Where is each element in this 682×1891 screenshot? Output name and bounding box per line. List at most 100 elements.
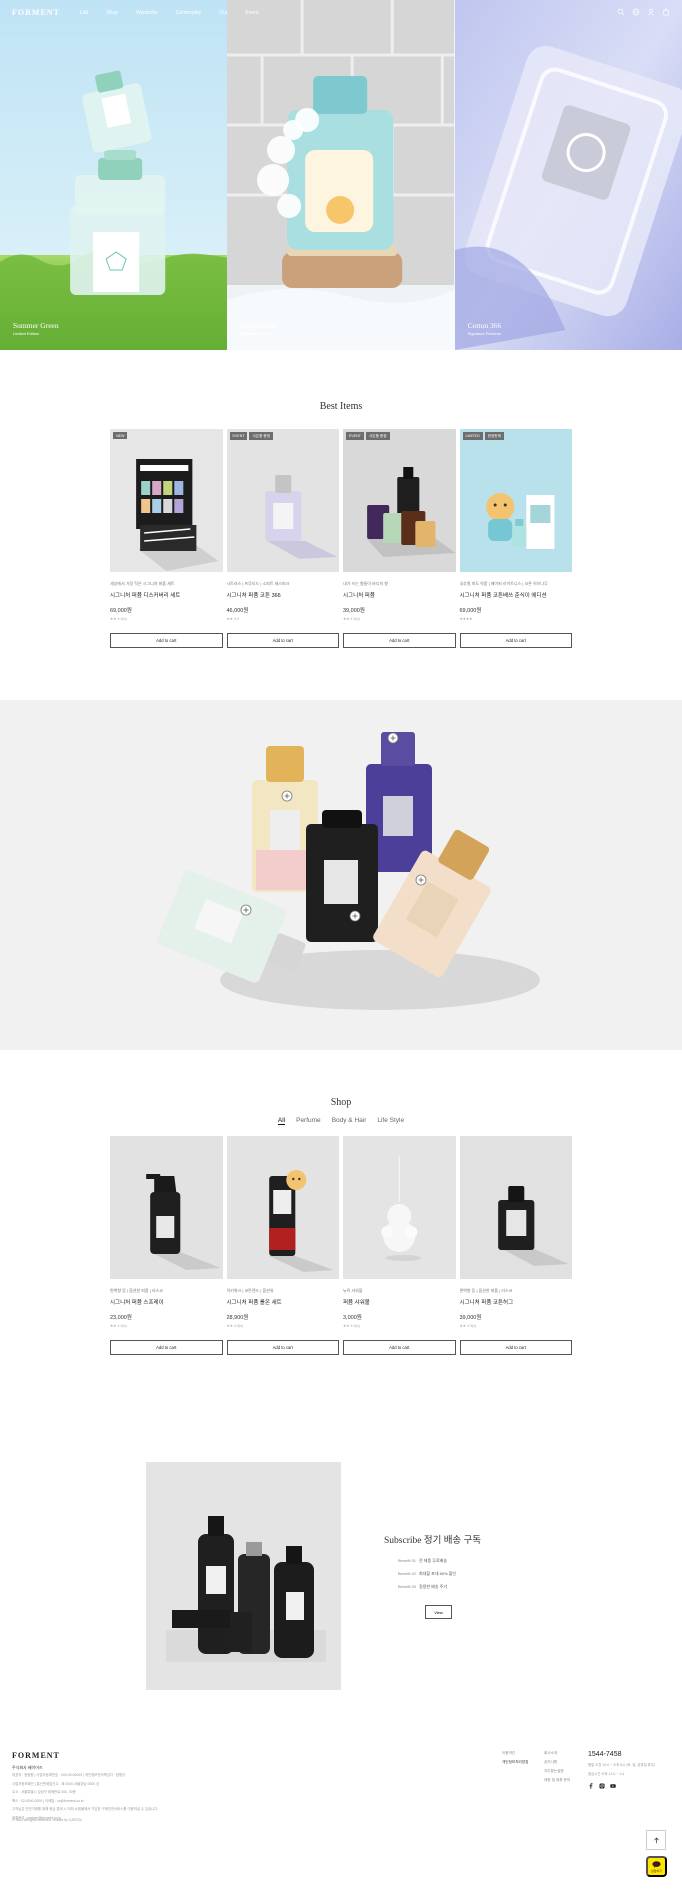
footer-cs-hours: 평일 오전 10시 ~ 오후 5시 (토, 일, 공휴일 휴무) 점심시간 오후… xyxy=(588,1762,655,1779)
benefit-text: 최대할 포대 60% 할인 xyxy=(419,1571,457,1576)
globe-icon[interactable] xyxy=(632,8,640,16)
product-desc: 시트러스 | 프루티드 | 소피트 재스퍼크 xyxy=(226,581,290,586)
tab-body-hair[interactable]: Body & Hair xyxy=(332,1117,367,1125)
product-card[interactable]: EVENT 사은품 증정 내가 쓰는 향들이 바디의 향 시그니처 퍼퓸 39,… xyxy=(343,429,456,621)
add-to-cart-button[interactable]: Add to cart xyxy=(343,633,456,648)
benefit-text: 정용한 배송 주기 xyxy=(419,1584,447,1589)
hero-image-cotton-366 xyxy=(454,0,682,350)
cotton-hug-image xyxy=(459,1136,572,1279)
footer-company: 주식회사 베이어즈 xyxy=(12,1765,43,1770)
hero-panel-cotton-366[interactable]: Cotton 366 Signature Perfume xyxy=(454,0,682,350)
product-image[interactable] xyxy=(343,1136,456,1279)
product-desc: 편백향 등 | 옵션한 퍼퓸 | 라스코 xyxy=(459,1288,513,1293)
shop-tabs: All Perfume Body & Hair Life Style xyxy=(0,1117,682,1125)
main-nav: Lab Shop Wardrobe Community Our Event xyxy=(80,10,276,16)
product-card[interactable]: EVENT 사은품 증정 시트러스 | 프루티드 | 소피트 재스퍼크 시그니처… xyxy=(226,429,340,621)
kakao-chat-label: 상담하기 xyxy=(650,1868,663,1873)
instagram-icon[interactable] xyxy=(599,1783,605,1789)
product-desc: 내추럴 파도 약품 | 페이퍼 라이트니스 | 코튼 허브나무 xyxy=(459,581,548,586)
badge-limited-sale: 한정판매 xyxy=(484,432,504,440)
badge-event: EVENT xyxy=(229,432,248,440)
add-to-cart-button[interactable]: Add to cart xyxy=(459,1340,572,1355)
benefit-item: Benefit 01 전 제품 무료배송 xyxy=(398,1558,478,1564)
product-image[interactable]: EVENT 사은품 증정 xyxy=(226,429,339,572)
tab-all[interactable]: All xyxy=(277,1117,286,1125)
product-price: 39,000원 xyxy=(343,608,365,614)
add-to-cart-button[interactable]: Add to cart xyxy=(459,633,572,648)
product-name[interactable]: 시그니처 퍼퓸 디스커버리 세트 xyxy=(110,591,223,599)
nav-lab[interactable]: Lab xyxy=(80,10,88,16)
product-rating: ★★ 4.9 xyxy=(226,617,239,621)
facebook-icon[interactable] xyxy=(588,1783,594,1789)
cotton-366-image xyxy=(226,429,339,572)
product-card[interactable]: 편백향 등 | 옵션한 퍼퓸 | 라스코 시그니처 퍼퓸 스프레이 23,000… xyxy=(110,1136,223,1328)
footer-link-terms[interactable]: 이용약관 xyxy=(502,1751,528,1756)
product-image[interactable] xyxy=(110,1136,223,1279)
footer-logo[interactable]: FORMENT xyxy=(12,1751,60,1760)
product-name[interactable]: 시그니처 퍼퓸 롤온 세트 xyxy=(227,1298,340,1306)
product-image[interactable] xyxy=(459,1136,572,1279)
product-card[interactable]: 편백향 등 | 옵션한 퍼퓸 | 라스코 시그니처 퍼퓸 코튼허그 39,000… xyxy=(459,1136,573,1328)
hero-subtitle-3: Signature Perfume xyxy=(467,331,502,336)
product-desc: 내가 쓰는 향들이 바디의 향 xyxy=(343,581,388,586)
nav-our[interactable]: Our xyxy=(219,10,227,16)
subscribe-view-button[interactable]: View xyxy=(425,1605,452,1619)
nav-event[interactable]: Event xyxy=(245,10,258,16)
add-to-cart-button[interactable]: Add to cart xyxy=(110,1340,223,1355)
product-name[interactable]: 시그니처 퍼퓸 xyxy=(343,591,456,599)
footer-link-about[interactable]: 회사소개 xyxy=(544,1751,570,1756)
hero-panel-summer-green[interactable]: Summer Green Limited Edition xyxy=(0,0,228,350)
youtube-icon[interactable] xyxy=(610,1783,616,1789)
footer-link-partnership[interactable]: 대량 및 제휴 문의 xyxy=(544,1778,570,1783)
footer-link-notice[interactable]: 공지사항 xyxy=(544,1760,570,1765)
product-name[interactable]: 시그니처 퍼퓸 코튼배쓰 춘식이 에디션 xyxy=(460,591,573,599)
user-icon[interactable] xyxy=(647,8,655,16)
add-to-cart-button[interactable]: Add to cart xyxy=(110,633,223,648)
nav-shop[interactable]: Shop xyxy=(106,10,118,16)
scroll-top-button[interactable] xyxy=(646,1830,666,1850)
product-desc: 뉴욕 샤워볼 xyxy=(343,1288,363,1293)
product-name[interactable]: 시그니처 퍼퓸 코튼 366 xyxy=(227,591,340,599)
site-header: FORMENT Lab Shop Wardrobe Community Our … xyxy=(0,0,682,26)
product-card[interactable]: 뉴욕 샤워볼 퍼퓸 샤워볼 3,000원 ★★ 4.9(n) xyxy=(343,1136,456,1328)
product-rating: ★★ 4.9(n) xyxy=(343,617,360,621)
signature-perfume-image xyxy=(343,429,456,572)
kakao-chat-button[interactable]: 상담하기 xyxy=(646,1856,667,1877)
product-name[interactable]: 시그니처 퍼퓸 코튼허그 xyxy=(460,1298,573,1306)
feature-banner xyxy=(0,700,682,1050)
product-rating: ★★ 4.9(n) xyxy=(343,1324,360,1328)
add-to-cart-button[interactable]: Add to cart xyxy=(343,1340,456,1355)
product-name[interactable]: 퍼퓸 샤워볼 xyxy=(343,1298,456,1306)
add-to-cart-button[interactable]: Add to cart xyxy=(226,1340,339,1355)
product-card[interactable]: 럭키위크 | 코튼렌드 | 옵션워 시그니처 퍼퓸 롤온 세트 28,900원 … xyxy=(226,1136,340,1328)
hero-subtitle-1: Limited Edition xyxy=(13,331,40,336)
nav-community[interactable]: Community xyxy=(176,10,201,16)
product-name[interactable]: 시그니처 퍼퓸 스프레이 xyxy=(110,1298,223,1306)
product-image[interactable]: NEW xyxy=(110,429,223,572)
search-icon[interactable] xyxy=(617,8,625,16)
product-image[interactable] xyxy=(226,1136,339,1279)
product-price: 23,000원 xyxy=(110,1315,132,1321)
product-card[interactable]: NEW 세상에서 가장 작은 시그니처 퍼퓸 세트 시그니처 퍼퓸 디스커버리 … xyxy=(110,429,223,621)
hero-image-cotton-bath xyxy=(227,0,455,350)
add-to-cart-button[interactable]: Add to cart xyxy=(226,633,339,648)
site-logo[interactable]: FORMENT xyxy=(12,8,60,17)
footer-link-privacy[interactable]: 개인정보처리방침 xyxy=(502,1760,528,1765)
tab-perfume[interactable]: Perfume xyxy=(296,1117,321,1125)
product-image[interactable]: LIMITED 한정판매 xyxy=(459,429,572,572)
product-rating: ★★ 4.9(n) xyxy=(459,1324,477,1328)
footer-social xyxy=(588,1783,616,1789)
roll-on-image xyxy=(226,1136,339,1279)
footer-link-faq[interactable]: 자주묻는질문 xyxy=(544,1769,570,1774)
product-card[interactable]: LIMITED 한정판매 내추럴 파도 약품 | 페이퍼 라이트니스 | 코튼 … xyxy=(459,429,573,621)
footer-info-links: 회사소개 공지사항 자주묻는질문 대량 및 제휴 문의 xyxy=(544,1751,570,1787)
tab-life-style[interactable]: Life Style xyxy=(377,1117,404,1125)
cotton-bath-edition-image xyxy=(459,429,572,572)
product-rating: ★★ 4.9(n) xyxy=(226,1324,244,1328)
shop-title: Shop xyxy=(330,1097,352,1108)
product-image[interactable]: EVENT 사은품 증정 xyxy=(343,429,456,572)
nav-wardrobe[interactable]: Wardrobe xyxy=(136,10,158,16)
footer-policy-links: 이용약관 개인정보처리방침 xyxy=(502,1751,528,1769)
hero-panel-cotton-bath[interactable]: Cotton Bath Signature Perfume xyxy=(227,0,455,350)
cart-icon[interactable] xyxy=(662,8,670,16)
